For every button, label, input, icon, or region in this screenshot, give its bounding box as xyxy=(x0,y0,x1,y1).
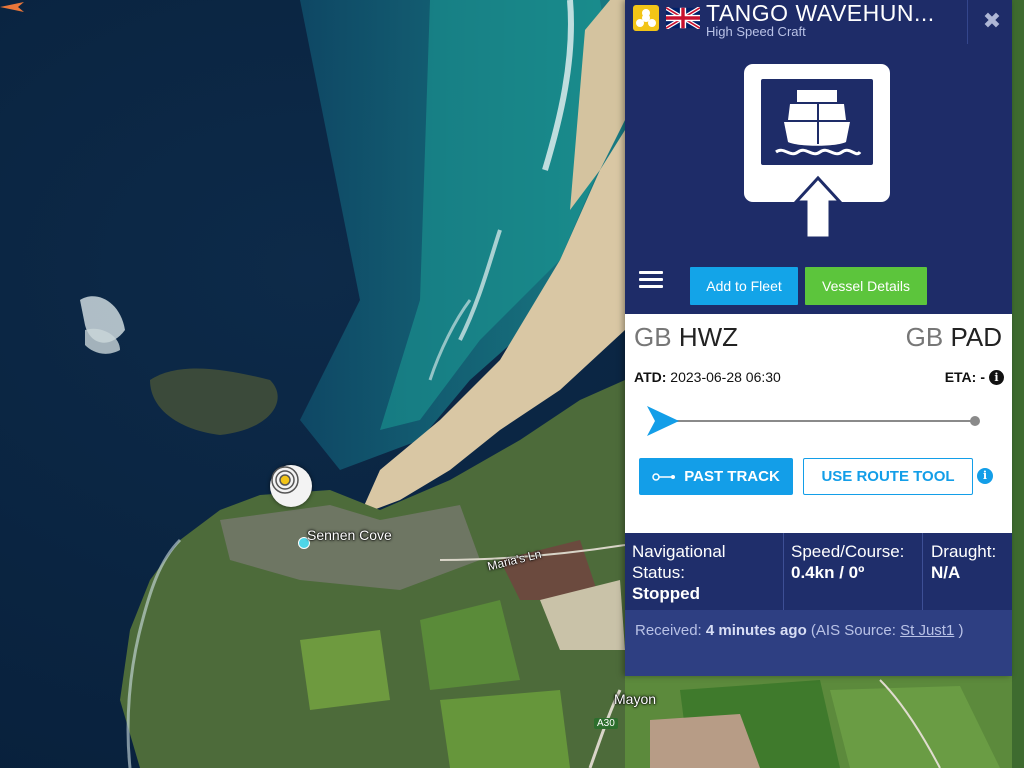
vessel-image-area: Add to Fleet Vessel Details xyxy=(625,44,1012,314)
vessel-type: High Speed Craft xyxy=(706,24,806,39)
speed-course: Speed/Course: 0.4kn / 0º xyxy=(791,533,921,610)
draught-label: Draught: xyxy=(931,542,997,561)
ais-source-suffix: ) xyxy=(958,622,964,639)
panel-header: TANGO WAVEHUN... High Speed Craft ✖ xyxy=(625,0,1012,45)
header-divider xyxy=(967,0,968,44)
add-to-fleet-button[interactable]: Add to Fleet xyxy=(690,267,798,305)
app-logo-icon xyxy=(633,5,659,31)
destination-country: GB xyxy=(905,322,944,352)
progress-marker-icon xyxy=(647,406,679,436)
road-shield-a30: A30 xyxy=(594,718,618,729)
menu-icon[interactable] xyxy=(637,267,665,295)
eta-label: ETA: xyxy=(944,369,977,385)
eta-line: ETA: - i xyxy=(945,369,1004,385)
voyage-progress-bar xyxy=(647,406,980,436)
departure-country: GB xyxy=(634,322,672,352)
past-track-button[interactable]: PAST TRACK xyxy=(639,458,793,495)
ais-source-prefix: (AIS Source: xyxy=(810,622,896,639)
destination-code: PAD xyxy=(950,322,1002,352)
departure-code: HWZ xyxy=(678,322,739,352)
received-label: Received: xyxy=(635,622,702,639)
eta-value: - xyxy=(980,369,985,385)
uk-flag-icon xyxy=(666,7,700,29)
use-route-tool-button[interactable]: USE ROUTE TOOL xyxy=(803,458,973,495)
destination-port[interactable]: GB PAD xyxy=(906,322,1002,353)
vessel-stats: Navigational Status: Stopped Speed/Cours… xyxy=(625,533,1012,610)
vessel-name: TANGO WAVEHUN... xyxy=(706,0,935,26)
vessel-info-panel: TANGO WAVEHUN... High Speed Craft ✖ Add … xyxy=(625,0,1012,676)
departure-port[interactable]: GB HWZ xyxy=(634,322,738,353)
passenger-ship-icon xyxy=(744,64,890,240)
atd-label: ATD: xyxy=(634,369,667,385)
other-vessel-icon[interactable] xyxy=(0,0,24,14)
stat-divider xyxy=(922,533,923,610)
stat-divider xyxy=(783,533,784,610)
draught: Draught: N/A xyxy=(931,533,1011,610)
nav-status-label: Navigational Status: xyxy=(632,542,726,582)
info-icon[interactable]: i xyxy=(989,369,1004,385)
voyage-section: GB HWZ GB PAD ATD: 2023-06-28 06:30 ETA:… xyxy=(625,314,1012,533)
draught-value: N/A xyxy=(931,563,961,582)
ais-source-link[interactable]: St Just1 xyxy=(900,622,954,639)
map-label-mayon: Mayon xyxy=(614,691,657,707)
speed-course-value: 0.4kn / 0º xyxy=(791,563,865,582)
nav-status-value: Stopped xyxy=(632,584,700,603)
track-icon xyxy=(652,472,676,481)
selected-vessel-marker-icon[interactable] xyxy=(270,465,312,507)
close-icon[interactable]: ✖ xyxy=(977,6,1007,36)
atd-value: 2023-06-28 06:30 xyxy=(670,369,781,385)
received-info: Received: 4 minutes ago (AIS Source: St … xyxy=(625,610,1012,676)
navigational-status: Navigational Status: Stopped xyxy=(632,533,782,610)
atd-line: ATD: 2023-06-28 06:30 xyxy=(634,369,781,385)
past-track-label: PAST TRACK xyxy=(684,468,780,485)
speed-course-label: Speed/Course: xyxy=(791,542,905,561)
received-value: 4 minutes ago xyxy=(705,622,807,639)
map-label-sennen-cove: Sennen Cove xyxy=(307,527,392,543)
vessel-details-button[interactable]: Vessel Details xyxy=(805,267,927,305)
route-info-icon[interactable]: i xyxy=(977,468,993,484)
